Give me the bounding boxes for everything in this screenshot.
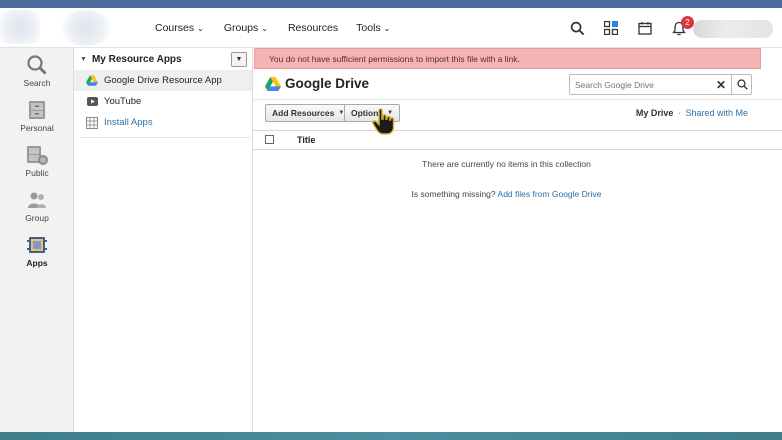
nav-groups-label: Groups <box>223 22 259 34</box>
rail-item-label: Public <box>25 168 49 178</box>
top-stripe <box>0 0 782 8</box>
panel-item-youtube[interactable]: YouTube <box>74 91 252 112</box>
view-shared-with-me[interactable]: Shared with Me <box>685 108 748 118</box>
public-icon <box>27 146 48 165</box>
nav-groups[interactable]: Groups ⌄ <box>224 22 268 34</box>
missing-files-hint: Is something missing? Add files from Goo… <box>253 189 760 199</box>
hand-pointer-cursor-icon <box>372 108 395 135</box>
left-rail: Search Personal Public Group Apps <box>0 48 74 432</box>
user-profile-blurred[interactable] <box>693 20 773 38</box>
search-icon[interactable] <box>560 8 594 48</box>
panel-divider <box>80 137 250 138</box>
collapse-triangle-icon[interactable]: ▼ <box>80 56 87 63</box>
rail-item-label: Group <box>25 213 49 223</box>
bell-icon[interactable]: 2 <box>662 8 696 48</box>
nav-icon-group: 2 <box>560 8 696 48</box>
nav-tools[interactable]: Tools ⌄ <box>356 22 390 34</box>
group-icon <box>28 192 46 208</box>
nav-tools-label: Tools <box>356 22 381 34</box>
page-title: Google Drive <box>265 76 369 91</box>
panel-item-install-apps[interactable]: Install Apps <box>74 112 252 133</box>
panel-item-label: YouTube <box>104 96 142 107</box>
google-drive-icon <box>86 75 98 87</box>
permission-alert: You do not have sufficient permissions t… <box>254 48 761 69</box>
panel-item-google-drive[interactable]: Google Drive Resource App <box>74 70 252 91</box>
search-input[interactable] <box>570 75 710 94</box>
install-apps-icon <box>86 116 98 129</box>
rail-item-apps[interactable]: Apps <box>0 228 74 273</box>
google-drive-header: Google Drive ✕ <box>253 70 782 100</box>
column-title[interactable]: Title <box>297 135 315 145</box>
rail-item-personal[interactable]: Personal <box>0 93 74 138</box>
bottom-stripe <box>0 432 782 440</box>
add-files-link[interactable]: Add files from Google Drive <box>498 189 602 199</box>
page-title-text: Google Drive <box>285 76 370 91</box>
personal-drawer-icon <box>29 101 45 119</box>
rail-item-label: Personal <box>20 123 54 133</box>
google-drive-icon <box>265 76 281 91</box>
empty-collection-message: There are currently no items in this col… <box>422 159 591 169</box>
nav-courses-label: Courses <box>155 22 195 34</box>
rail-item-public[interactable]: Public <box>0 138 74 183</box>
rail-item-group[interactable]: Group <box>0 183 74 228</box>
alert-text: You do not have sufficient permissions t… <box>269 53 520 64</box>
rail-item-label: Apps <box>26 258 48 268</box>
add-resources-label: Add Resources <box>272 108 335 118</box>
toolbar: Add Resources ▼ Options ▼ My Drive · Sha… <box>253 101 782 125</box>
panel-heading[interactable]: ▼ My Resource Apps <box>74 48 252 70</box>
institution-logo-blurred <box>60 10 112 46</box>
missing-prefix: Is something missing? <box>411 189 496 199</box>
calendar-icon[interactable] <box>628 8 662 48</box>
chevron-down-icon: ⌄ <box>383 23 391 33</box>
select-all-checkbox[interactable] <box>265 135 274 144</box>
notification-badge: 2 <box>681 16 694 29</box>
chevron-down-icon: ⌄ <box>197 23 204 33</box>
logo-blurred[interactable] <box>0 10 40 44</box>
panel-item-label: Install Apps <box>104 117 153 128</box>
search-button[interactable] <box>731 75 752 94</box>
chevron-down-icon: ⌄ <box>261 23 268 33</box>
youtube-icon <box>86 96 98 108</box>
search-icon <box>736 79 748 90</box>
add-resources-button[interactable]: Add Resources ▼ <box>265 104 352 122</box>
apps-grid-icon[interactable] <box>594 8 628 48</box>
search-box: ✕ <box>569 74 752 95</box>
view-my-drive[interactable]: My Drive <box>636 108 674 118</box>
panel-dropdown-button[interactable]: ▼ <box>231 52 247 67</box>
apps-icon <box>27 237 47 253</box>
top-navigation-bar: Courses ⌄ Groups ⌄ Resources Tools ⌄ 2 <box>0 8 782 48</box>
main-content: You do not have sufficient permissions t… <box>253 48 782 432</box>
clear-search-icon[interactable]: ✕ <box>713 75 729 94</box>
nav-courses[interactable]: Courses ⌄ <box>155 22 204 34</box>
nav-resources[interactable]: Resources <box>288 22 338 34</box>
rail-item-label: Search <box>23 78 51 88</box>
nav-resources-label: Resources <box>287 22 339 34</box>
resource-apps-panel: ▼ My Resource Apps ▼ Google Drive Resour… <box>74 48 253 432</box>
panel-heading-label: My Resource Apps <box>91 53 182 65</box>
panel-item-label: Google Drive Resource App <box>104 75 222 86</box>
rail-item-search[interactable]: Search <box>0 48 74 93</box>
drive-view-switcher: My Drive · Shared with Me <box>636 108 748 118</box>
main-nav-links: Courses ⌄ Groups ⌄ Resources Tools ⌄ <box>155 8 410 48</box>
view-separator: · <box>677 108 681 118</box>
table-header: Title <box>253 130 782 150</box>
search-icon <box>27 55 47 75</box>
